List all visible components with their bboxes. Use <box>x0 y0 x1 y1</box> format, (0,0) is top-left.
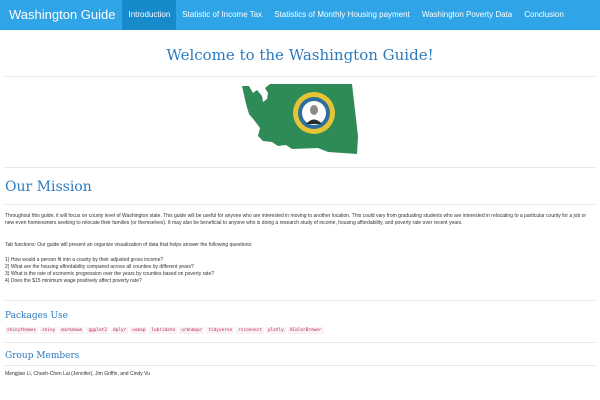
tab-housing-payment[interactable]: Statistics of Monthly Housing payment <box>268 0 416 30</box>
group-members-text: Mengjiao Li, Chueh-Chen Lai (Jennifer), … <box>5 371 151 377</box>
package-tag: ggplot2 <box>86 327 109 334</box>
divider <box>5 365 595 366</box>
brand-link[interactable]: Washington Guide <box>0 0 122 30</box>
package-tag: lubridate <box>149 327 178 334</box>
washington-state-flag-map-icon <box>242 84 358 154</box>
divider <box>5 204 595 205</box>
page-title: Welcome to the Washington Guide! <box>166 46 434 64</box>
divider <box>5 167 595 168</box>
package-tag: XColorBrewer <box>287 327 324 334</box>
mission-heading: Our Mission <box>5 179 92 195</box>
group-members-heading: Group Members <box>5 351 80 361</box>
tab-introduction[interactable]: Introduction <box>122 0 177 30</box>
package-tag: markdown <box>59 327 85 334</box>
tab-poverty-data[interactable]: Washington Poverty Data <box>416 0 518 30</box>
package-tag: plotly <box>265 327 286 334</box>
package-tag: rsconnect <box>236 327 264 334</box>
divider <box>5 300 595 301</box>
divider <box>5 76 595 77</box>
package-tag: tidyverse <box>206 327 235 334</box>
package-tag: dplyr <box>110 327 129 334</box>
question-item: 4) Does the $15 minimum wage positively … <box>5 278 142 284</box>
top-navbar: Washington Guide Introduction Statistic … <box>0 0 600 30</box>
tab-income-tax[interactable]: Statistic of Income Tax <box>176 0 268 30</box>
package-tag: usmap <box>130 327 148 334</box>
divider <box>5 342 595 343</box>
packages-heading: Packages Use <box>5 311 68 321</box>
package-tag: urbnmapr <box>179 327 205 334</box>
package-tag: shinythemes <box>5 327 39 334</box>
package-tag: shiny <box>40 327 58 334</box>
tab-conclusion[interactable]: Conclusion <box>518 0 570 30</box>
tab-functions-text: Tab functions: Our guide will present an… <box>5 242 253 248</box>
packages-list: shinythemes shiny markdown ggplot2 dplyr… <box>5 327 324 334</box>
mission-paragraph: Throughout this guide, it will focus on … <box>5 213 587 227</box>
